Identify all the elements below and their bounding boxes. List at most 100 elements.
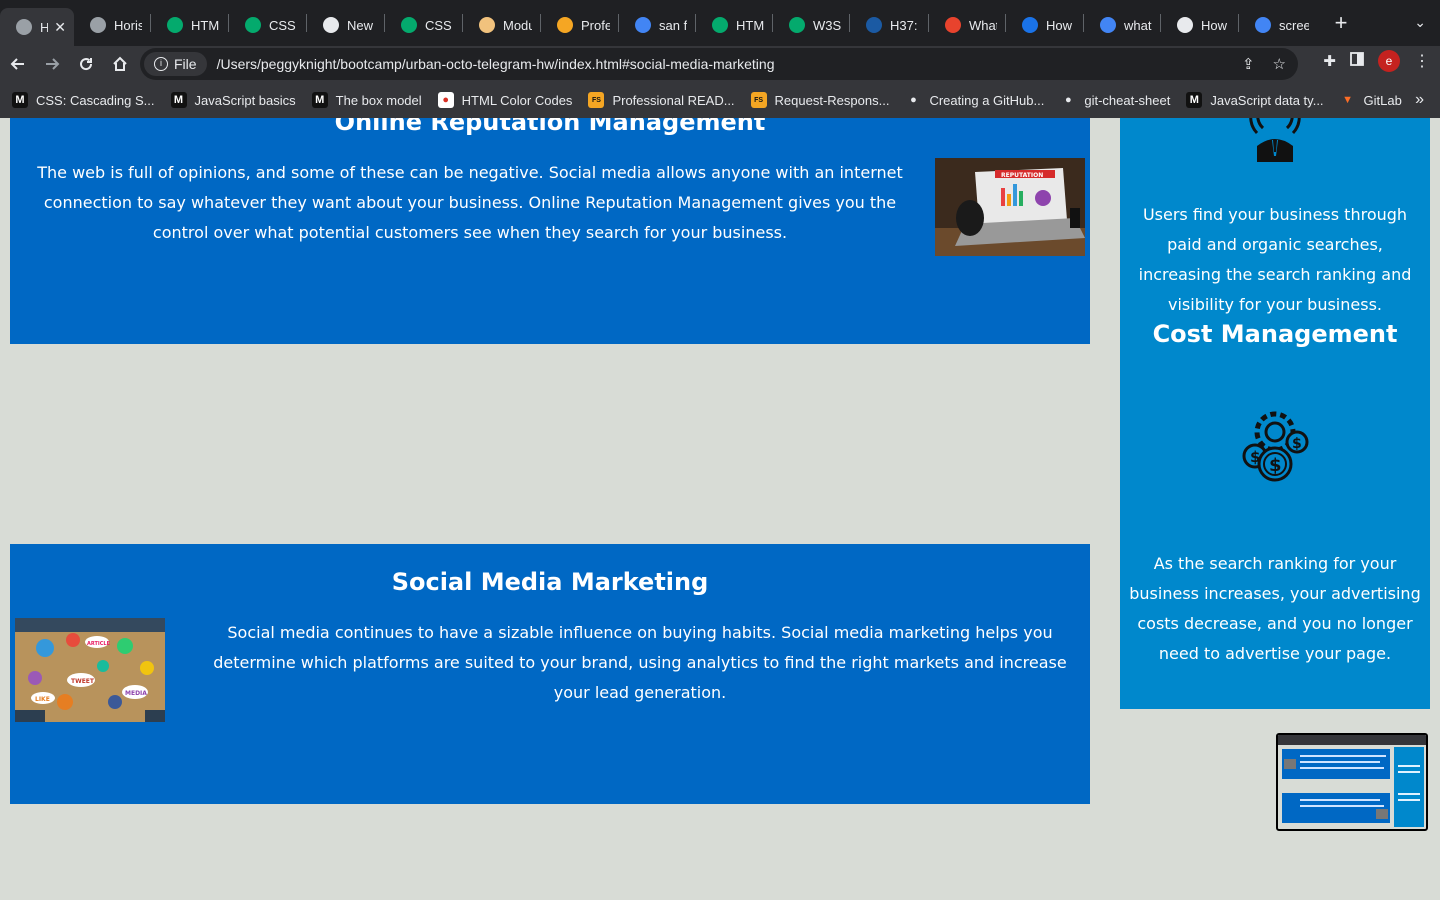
gitlab-icon: ▼ <box>1339 92 1356 108</box>
browser-tab-label: Modul <box>503 17 532 33</box>
svg-text:$: $ <box>1269 455 1282 476</box>
browser-tab[interactable]: san fra <box>619 8 695 42</box>
svg-text:$: $ <box>1292 436 1302 452</box>
more-bookmarks-chevron-icon[interactable]: » <box>1415 91 1424 109</box>
fs-icon <box>557 17 573 33</box>
browser-tab[interactable]: what a <box>1084 8 1160 42</box>
reputation-body: The web is full of opinions, and some of… <box>37 163 903 242</box>
page-viewport: Online Reputation Management The web is … <box>0 118 1440 900</box>
browser-tab[interactable]: screen <box>1239 8 1317 42</box>
browser-tab-label: Ho <box>40 19 49 35</box>
fs-icon: FS <box>750 92 767 108</box>
bookmark-star-icon[interactable]: ☆ <box>1273 55 1286 73</box>
back-arrow-icon[interactable] <box>2 48 34 80</box>
search-body: Users find your business through paid an… <box>1138 205 1412 314</box>
browser-tab-label: How T <box>1046 17 1075 33</box>
bookmark-item[interactable]: ● git-cheat-sheet <box>1060 92 1170 108</box>
browser-tab-label: what a <box>1124 17 1152 33</box>
browser-tab[interactable]: HTML <box>151 8 228 42</box>
site-info-chip[interactable]: i File <box>144 52 207 76</box>
forward-arrow-icon[interactable] <box>36 48 68 80</box>
profile-avatar[interactable]: e <box>1378 50 1400 72</box>
collage-word-like: LIKE <box>35 696 50 703</box>
social-media-collage-image: ARTICLE TWEET LIKE MEDIA <box>15 618 165 722</box>
menu-kebab-icon[interactable]: ⋮ <box>1414 51 1430 71</box>
collage-word-media: MEDIA <box>125 690 147 697</box>
browser-tab[interactable]: How T <box>1006 8 1083 42</box>
cost-gear-dollar-icon: $ $ $ <box>1235 406 1315 482</box>
browser-tab-label: CSS M <box>269 17 298 33</box>
module-icon <box>479 17 495 33</box>
browser-tab-label: Profes <box>581 17 610 33</box>
social-media-body: Social media continues to have a sizable… <box>213 623 1067 702</box>
browser-tab[interactable]: HTML <box>696 8 772 42</box>
mdn-icon: M <box>1186 92 1203 108</box>
browser-tab[interactable]: Profes <box>541 8 618 42</box>
w3-icon <box>712 17 728 33</box>
browser-tab-label: H37: U <box>890 17 920 33</box>
bookmark-item[interactable]: M The box model <box>311 92 422 108</box>
reputation-laptop-image: REPUTATION <box>935 158 1085 256</box>
bookmark-item[interactable]: M JavaScript data ty... <box>1186 92 1324 108</box>
url-text[interactable]: /Users/peggyknight/bootcamp/urban-octo-t… <box>217 56 775 72</box>
browser-tab[interactable]: CSS # <box>385 8 462 42</box>
bookmark-label: HTML Color Codes <box>461 92 573 108</box>
bookmark-item[interactable]: FS Request-Respons... <box>750 92 890 108</box>
browser-tab[interactable]: Horise <box>74 8 150 42</box>
bookmark-item[interactable]: ● Creating a GitHub... <box>905 92 1044 108</box>
share-icon[interactable]: ⇪ <box>1242 55 1255 73</box>
github-icon: ● <box>905 92 922 108</box>
mdn-icon: M <box>170 92 187 108</box>
github-icon <box>323 17 339 33</box>
w3-icon <box>167 17 183 33</box>
new-tab-button[interactable]: + <box>1321 10 1361 36</box>
bookmarks-bar: M CSS: Cascading S... M JavaScript basics M T… <box>0 82 1440 118</box>
home-icon[interactable] <box>104 48 136 80</box>
extensions-puzzle-icon[interactable]: ✚ <box>1323 52 1336 70</box>
google-icon <box>1100 17 1116 33</box>
tab-strip: Ho ✕ Horise HTML CSS M New Is CSS # Modul Profes… <box>0 0 1440 46</box>
reputation-image-label: REPUTATION <box>1001 172 1043 179</box>
collage-word-tweet: TWEET <box>71 678 95 685</box>
browser-tab-label: W3Sc <box>813 17 841 33</box>
bookmark-item[interactable]: M CSS: Cascading S... <box>12 92 155 108</box>
fs-icon: FS <box>588 92 605 108</box>
info-icon <box>1022 17 1038 33</box>
bookmark-item[interactable]: M JavaScript basics <box>170 92 296 108</box>
browser-tab[interactable]: New Is <box>307 8 384 42</box>
browser-tab[interactable]: Ho ✕ <box>0 8 74 46</box>
w3-icon <box>401 17 417 33</box>
bookmark-label: Creating a GitHub... <box>929 92 1045 108</box>
bookmark-label: Professional READ... <box>612 92 735 108</box>
browser-tab-label: HTML <box>191 17 220 33</box>
side-panel-icon[interactable] <box>1350 51 1364 71</box>
screenshot-preview-thumbnail[interactable] <box>1276 733 1428 831</box>
cost-management-title: Cost Management <box>1152 320 1398 348</box>
browser-tab[interactable]: Modul <box>463 8 540 42</box>
tab-search-chevron-icon[interactable]: ⌄ <box>1414 14 1426 31</box>
globe-icon <box>16 19 32 35</box>
social-media-section: Social Media Marketing Social media cont… <box>10 544 1090 804</box>
bookmark-item[interactable]: ● HTML Color Codes <box>437 92 573 108</box>
bookmark-item[interactable]: ▼ GitLab <box>1339 92 1402 108</box>
browser-tab[interactable]: What <box>929 8 1005 42</box>
bookmark-label: JavaScript basics <box>194 92 296 108</box>
browser-tab-label: How to <box>1201 17 1230 33</box>
google-icon <box>1255 17 1271 33</box>
close-tab-icon[interactable]: ✕ <box>54 19 66 36</box>
browser-tab[interactable]: CSS M <box>229 8 306 42</box>
browser-tab[interactable]: H37: U <box>850 8 928 42</box>
address-bar[interactable]: i File /Users/peggyknight/bootcamp/urban… <box>140 48 1298 80</box>
google-icon <box>635 17 651 33</box>
bookmark-item[interactable]: FS Professional READ... <box>588 92 735 108</box>
bookmark-label: The box model <box>335 92 422 108</box>
browser-tab[interactable]: W3Sc <box>773 8 849 42</box>
bookmark-label: JavaScript data ty... <box>1210 92 1324 108</box>
browser-tab[interactable]: How to <box>1161 8 1238 42</box>
browser-tab-label: CSS # <box>425 17 454 33</box>
bookmark-label: Request-Respons... <box>774 92 890 108</box>
asterisk-icon <box>945 17 961 33</box>
reload-icon[interactable] <box>70 48 102 80</box>
social-media-title: Social Media Marketing <box>391 568 709 596</box>
browser-toolbar: i File /Users/peggyknight/bootcamp/urban… <box>0 46 1440 82</box>
